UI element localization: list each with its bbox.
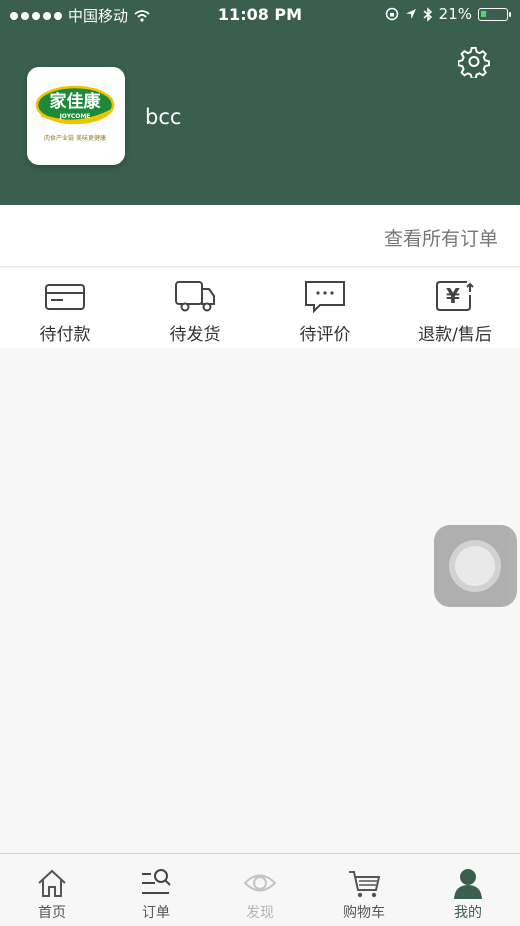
user-icon <box>454 869 482 899</box>
tab-cart[interactable]: 购物车 <box>312 854 416 926</box>
username: bcc <box>145 105 182 129</box>
status-right: 21% <box>385 5 511 23</box>
svg-text:¥: ¥ <box>446 284 460 308</box>
pending-payment-button[interactable]: 待付款 <box>0 268 130 348</box>
assistive-touch-button[interactable] <box>434 525 517 607</box>
tab-label: 我的 <box>454 905 482 921</box>
logo-cn-text: 家佳康 <box>50 91 102 112</box>
view-all-orders[interactable]: 查看所有订单 <box>0 205 520 267</box>
refund-icon: ¥ <box>436 281 474 311</box>
tab-bar: 首页 订单 发现 购物车 我的 <box>0 853 520 926</box>
truck-icon <box>175 281 215 312</box>
battery-percent: 21% <box>438 5 472 23</box>
card-icon <box>45 284 85 310</box>
joycome-logo: 家佳康 JOYCOME 肉食产业链 美味更健康 <box>35 85 115 142</box>
location-icon <box>405 9 416 19</box>
cart-icon <box>349 871 381 898</box>
home-icon <box>38 869 66 897</box>
status-label: 退款/售后 <box>418 325 492 345</box>
gear-icon[interactable] <box>458 46 490 78</box>
order-status-row: 待付款 待发货 待评价 ¥ 退款/售后 <box>0 268 520 348</box>
tab-orders[interactable]: 订单 <box>104 854 208 926</box>
logo-slogan: 肉食产业链 美味更健康 <box>44 134 106 142</box>
tab-label: 订单 <box>142 905 170 921</box>
bluetooth-icon <box>423 6 432 22</box>
store-logo: 家佳康 JOYCOME 肉食产业链 美味更健康 <box>27 67 125 165</box>
tab-label: 购物车 <box>343 905 385 921</box>
eye-icon <box>243 874 277 892</box>
profile-header: 中国移动 11:08 PM 21% 家佳康 JOYCOME 肉食产业链 美味更健… <box>0 0 520 205</box>
order-search-icon <box>142 869 171 894</box>
tab-discover[interactable]: 发现 <box>208 854 312 926</box>
tab-me[interactable]: 我的 <box>416 854 520 926</box>
status-bar: 中国移动 11:08 PM 21% <box>0 0 520 30</box>
tab-label: 首页 <box>38 905 66 921</box>
status-label: 待付款 <box>39 325 91 345</box>
pending-review-button[interactable]: 待评价 <box>260 268 390 348</box>
tab-label: 发现 <box>246 905 274 921</box>
status-label: 待发货 <box>169 325 221 345</box>
battery-icon <box>478 7 511 21</box>
rotation-lock-icon <box>385 7 398 21</box>
view-all-orders-label: 查看所有订单 <box>383 228 498 250</box>
status-label: 待评价 <box>299 325 351 345</box>
pending-shipment-button[interactable]: 待发货 <box>130 268 260 348</box>
logo-en-text: JOYCOME <box>59 113 91 120</box>
comment-icon <box>305 281 345 314</box>
refund-aftersale-button[interactable]: ¥ 退款/售后 <box>390 268 520 348</box>
tab-home[interactable]: 首页 <box>0 854 104 926</box>
